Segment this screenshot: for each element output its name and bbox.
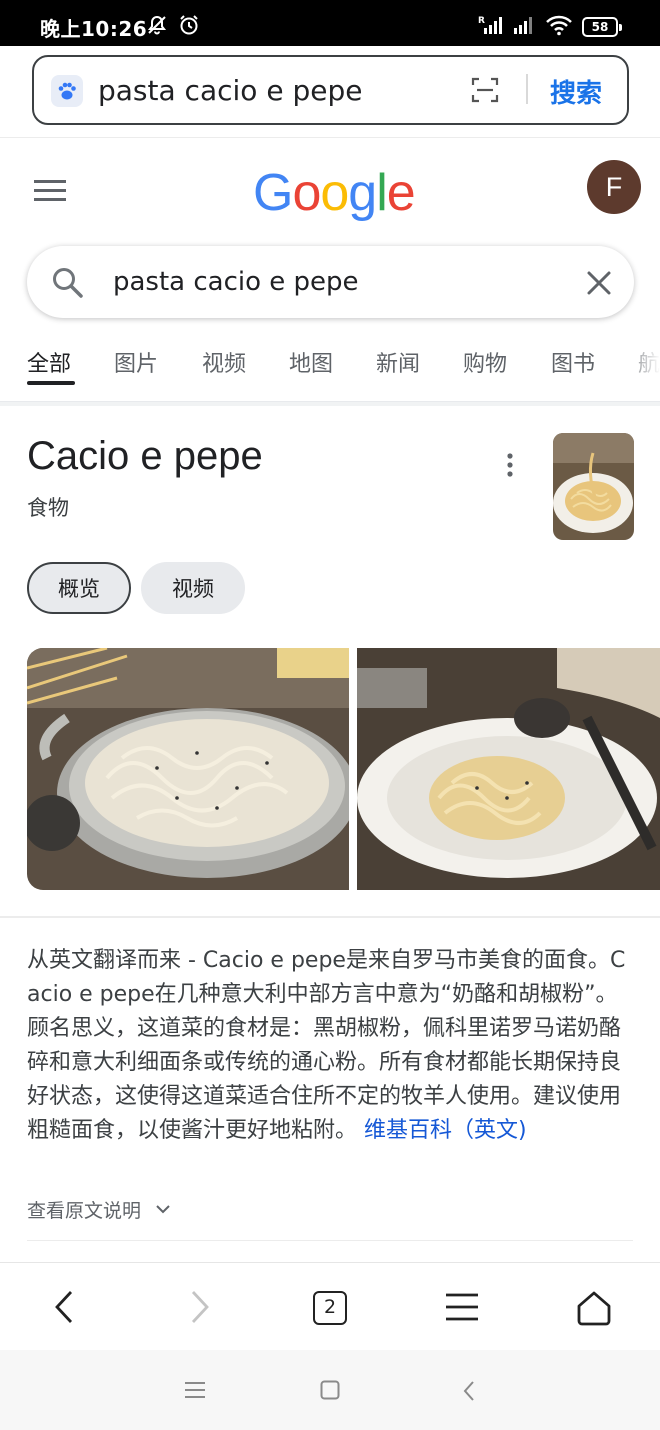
tab-books[interactable]: 图书 (551, 346, 595, 378)
signal-icon (514, 17, 532, 34)
address-divider (526, 74, 528, 104)
hamburger-menu-icon[interactable] (34, 178, 68, 204)
description-text: 从英文翻译而来 - Cacio e pepe是来自罗马市美食的面食。Cacio … (27, 948, 626, 1143)
system-back-icon[interactable] (462, 1380, 476, 1402)
svg-text:R: R (478, 16, 485, 26)
knowledge-panel-description: 从英文翻译而来 - Cacio e pepe是来自罗马市美食的面食。Cacio … (27, 944, 633, 1148)
chip-videos[interactable]: 视频 (141, 562, 245, 614)
scan-icon[interactable] (471, 76, 499, 104)
search-icon (53, 268, 83, 298)
menu-icon[interactable] (444, 1289, 480, 1325)
mute-bell-icon (147, 15, 167, 35)
google-logo-text: Google (253, 164, 416, 222)
address-text[interactable]: pasta cacio e pepe (98, 74, 362, 107)
google-logo-letter: o (320, 164, 349, 222)
back-icon[interactable] (52, 1289, 76, 1325)
system-home-icon[interactable] (320, 1380, 340, 1400)
wikipedia-link[interactable]: 维基百科（英文) (364, 1118, 527, 1143)
google-logo-letter: e (386, 164, 416, 222)
google-logo-letter: g (348, 164, 377, 222)
signal-roaming-icon: R (478, 16, 502, 34)
active-tab-indicator (27, 381, 75, 385)
tab-all[interactable]: 全部 (27, 346, 71, 378)
search-input[interactable]: pasta cacio e pepe (113, 267, 359, 297)
search-tabs: 全部 图片 视频 地图 新闻 购物 图书 航 (0, 330, 660, 402)
home-icon[interactable] (575, 1289, 613, 1327)
knowledge-panel-subtitle: 食物 (27, 496, 69, 520)
tabs-icon[interactable]: 2 (313, 1291, 347, 1325)
section-separator (0, 402, 660, 406)
divider (0, 916, 660, 918)
knowledge-panel-title: Cacio e pepe (27, 434, 263, 478)
tab-videos[interactable]: 视频 (202, 346, 246, 378)
chevron-down-icon[interactable] (155, 1203, 171, 1215)
chip-overview[interactable]: 概览 (27, 562, 131, 614)
alarm-icon (180, 15, 198, 35)
google-logo-letter: G (253, 164, 293, 222)
system-navigation-bar (0, 1350, 660, 1430)
tab-news[interactable]: 新闻 (376, 346, 420, 378)
recents-icon[interactable] (184, 1380, 206, 1400)
divider (27, 1240, 633, 1241)
tab-maps[interactable]: 地图 (289, 346, 333, 378)
browser-toolbar: 2 (0, 1262, 660, 1350)
google-logo-letter: l (376, 164, 388, 222)
google-search-box[interactable]: pasta cacio e pepe (27, 246, 634, 318)
tab-images[interactable]: 图片 (114, 346, 158, 378)
google-logo[interactable]: Google (253, 163, 416, 223)
google-logo-letter: o (292, 164, 321, 222)
wifi-icon (546, 15, 572, 36)
close-icon[interactable] (586, 270, 612, 296)
search-button[interactable]: 搜索 (550, 73, 602, 110)
browser-address-bar: pasta cacio e pepe 搜索 (0, 46, 660, 138)
dish-photo-plate[interactable] (357, 648, 660, 890)
dish-photo-pan[interactable] (27, 648, 349, 890)
address-field[interactable]: pasta cacio e pepe 搜索 (32, 55, 629, 125)
status-time: 晚上10:26 (40, 17, 148, 41)
battery-icon: 58 (582, 17, 622, 37)
forward-icon[interactable] (188, 1289, 212, 1325)
paw-icon (51, 75, 83, 107)
tab-shopping[interactable]: 购物 (463, 346, 507, 378)
avatar[interactable]: F (587, 160, 641, 214)
more-vert-icon[interactable] (505, 452, 515, 478)
tabs-fade (620, 330, 660, 400)
status-bar: 晚上10:26 R 58 (0, 0, 660, 46)
view-original-button[interactable]: 查看原文说明 (27, 1196, 141, 1223)
dish-thumbnail[interactable] (553, 433, 634, 540)
